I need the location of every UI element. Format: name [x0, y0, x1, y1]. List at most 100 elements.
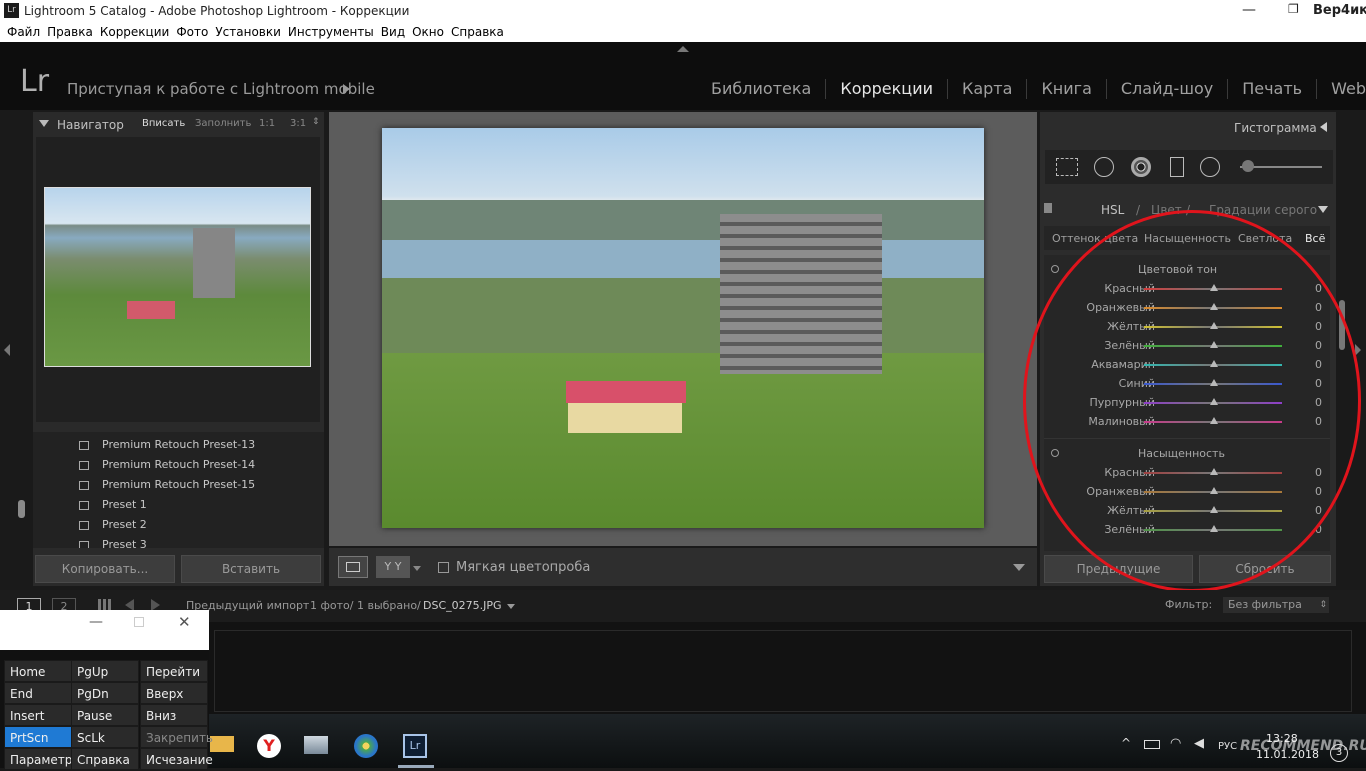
key-options[interactable]: Параметры [4, 748, 82, 770]
before-after-dropdown-icon[interactable] [413, 566, 421, 571]
key-end[interactable]: End [4, 682, 72, 704]
identity-arrow-icon[interactable] [343, 84, 350, 94]
yandex-browser-icon[interactable]: Y [257, 734, 281, 758]
navigator-header[interactable]: Навигатор Вписать Заполнить 1:1 3:1 ⇕ [33, 112, 324, 136]
key-sclk[interactable]: ScLk [71, 726, 139, 748]
photo-canvas[interactable] [329, 112, 1037, 546]
menu-bar: Файл Правка Коррекции Фото Установки Инструме… [0, 22, 1366, 42]
filmstrip-thumb-frame[interactable] [214, 630, 1352, 712]
subtab-all[interactable]: Всё [1305, 232, 1325, 245]
menu-window[interactable]: Окно [412, 22, 444, 42]
menu-file[interactable]: Файл [7, 22, 40, 42]
app-icon: Lr [4, 3, 19, 18]
menu-tools[interactable]: Инструменты [288, 22, 374, 42]
top-panel-toggle[interactable] [677, 46, 689, 52]
paste-settings-button[interactable]: Вставить [181, 555, 321, 583]
filename-dropdown-icon[interactable] [507, 604, 515, 609]
target-adjust-icon[interactable] [1051, 265, 1059, 273]
module-web[interactable]: Web [1316, 79, 1366, 99]
left-scrollbar[interactable] [18, 500, 25, 518]
key-help[interactable]: Справка [71, 748, 139, 770]
module-map[interactable]: Карта [946, 79, 1026, 99]
menu-view[interactable]: Вид [381, 22, 405, 42]
osk-minimize-button[interactable]: — [89, 614, 103, 630]
window-title-bar: Lr Lightroom 5 Catalog - Adobe Photoshop… [0, 0, 1366, 22]
copy-settings-button[interactable]: Копировать... [35, 555, 175, 583]
menu-settings[interactable]: Установки [215, 22, 281, 42]
menu-photo[interactable]: Фото [176, 22, 208, 42]
identity-plate[interactable]: Приступая к работе с Lightroom mobile [67, 80, 375, 98]
file-explorer-icon[interactable] [210, 736, 234, 752]
navigator-thumbnail[interactable] [44, 187, 311, 367]
list-item[interactable]: Preset 1 [33, 495, 324, 515]
battery-icon[interactable] [1144, 740, 1160, 749]
filter-stepper-icon[interactable]: ⇕ [1319, 597, 1327, 613]
volume-icon[interactable]: ◀ [1194, 736, 1204, 751]
list-item[interactable]: Premium Retouch Preset-14 [33, 455, 324, 475]
radial-filter-icon[interactable] [1200, 157, 1220, 177]
key-insert[interactable]: Insert [4, 704, 72, 726]
key-goto[interactable]: Перейти [140, 660, 208, 682]
network-app-icon[interactable] [304, 736, 328, 754]
soft-proof-checkbox[interactable] [438, 562, 449, 573]
collapse-icon[interactable] [39, 120, 49, 127]
lightroom-taskbar-icon[interactable]: Lr [403, 734, 427, 758]
module-book[interactable]: Книга [1026, 79, 1105, 99]
red-eye-tool-icon[interactable] [1131, 157, 1151, 177]
tab-hsl[interactable]: HSL [1101, 203, 1124, 217]
module-print[interactable]: Печать [1227, 79, 1316, 99]
list-item[interactable]: Premium Retouch Preset-13 [33, 435, 324, 455]
key-pgdn[interactable]: PgDn [71, 682, 139, 704]
left-panel-toggle[interactable] [4, 344, 10, 356]
menu-help[interactable]: Справка [451, 22, 504, 42]
module-slideshow[interactable]: Слайд-шоу [1105, 79, 1227, 99]
histogram-header[interactable]: Гистограмма [1040, 112, 1336, 142]
soft-proof-label: Мягкая цветопроба [456, 560, 591, 575]
module-develop[interactable]: Коррекции [825, 79, 947, 99]
spot-removal-tool-icon[interactable] [1094, 157, 1114, 177]
paint-icon[interactable] [354, 734, 378, 758]
key-fade[interactable]: Исчезание [140, 748, 213, 770]
preset-icon [79, 441, 89, 450]
key-pgup[interactable]: PgUp [71, 660, 139, 682]
osk-maximize-button[interactable] [134, 617, 144, 627]
module-library[interactable]: Библиотека [697, 79, 825, 99]
key-pause[interactable]: Pause [71, 704, 139, 726]
main-photo[interactable] [382, 128, 984, 528]
minimize-button[interactable]: — [1242, 2, 1256, 18]
graduated-filter-icon[interactable] [1170, 157, 1184, 177]
restore-button[interactable]: ❐ [1288, 2, 1299, 16]
panel-switch-icon[interactable] [1044, 203, 1052, 213]
key-home[interactable]: Home [4, 660, 72, 682]
zoom-fill[interactable]: Заполнить [195, 118, 251, 129]
notification-badge[interactable]: 3 [1330, 744, 1348, 762]
zoom-3-1[interactable]: 3:1 [290, 118, 306, 129]
zoom-1-1[interactable]: 1:1 [259, 118, 275, 129]
wifi-icon[interactable]: ◠ [1170, 736, 1181, 751]
filter-select[interactable]: Без фильтра ⇕ [1223, 597, 1329, 613]
filename[interactable]: DSC_0275.JPG [423, 599, 502, 612]
key-dock[interactable]: Закрепить [140, 726, 213, 748]
histogram-collapse-icon[interactable] [1320, 122, 1327, 132]
list-item[interactable]: Preset 2 [33, 515, 324, 535]
before-after-button[interactable]: Y Y [376, 556, 410, 578]
menu-edit[interactable]: Правка [47, 22, 93, 42]
list-item[interactable]: Premium Retouch Preset-15 [33, 475, 324, 495]
crop-tool-icon[interactable] [1056, 158, 1078, 176]
language-indicator[interactable]: РУС [1218, 741, 1237, 752]
osk-close-button[interactable]: ✕ [178, 613, 191, 631]
toolbar-menu-icon[interactable] [1013, 564, 1025, 571]
key-prtscn[interactable]: PrtScn [4, 726, 72, 748]
module-picker: Библиотека Коррекции Карта Книга Слайд-шоу Пе… [697, 79, 1366, 99]
zoom-stepper-icon[interactable]: ⇕ [312, 117, 320, 127]
zoom-fit[interactable]: Вписать [142, 118, 185, 129]
key-up[interactable]: Вверх [140, 682, 208, 704]
adjustment-brush-knob[interactable] [1242, 160, 1254, 172]
loupe-view-button[interactable] [338, 556, 368, 578]
hsl-collapse-icon[interactable] [1318, 206, 1328, 213]
menu-develop[interactable]: Коррекции [100, 22, 170, 42]
key-down[interactable]: Вниз [140, 704, 208, 726]
tray-chevron-icon[interactable]: ^ [1121, 736, 1131, 750]
list-item[interactable]: Preset 3 [33, 535, 324, 548]
navigator-preview[interactable] [36, 137, 320, 422]
